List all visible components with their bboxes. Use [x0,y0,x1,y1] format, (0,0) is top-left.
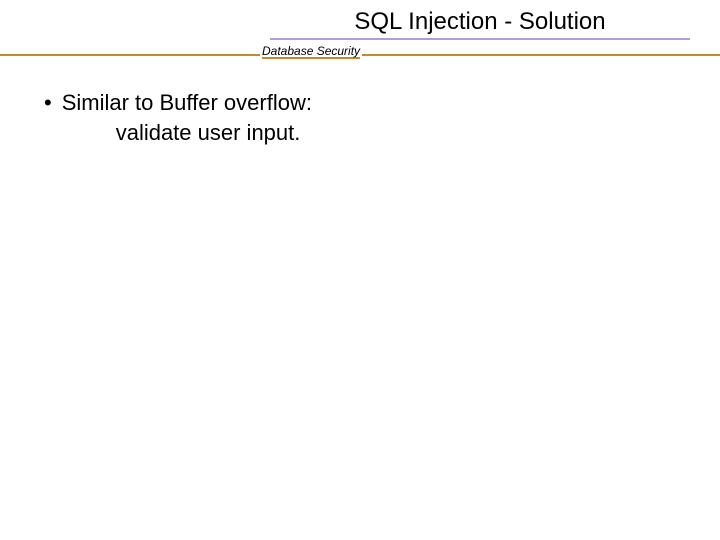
bullet-line-2: validate user input. [62,120,301,145]
bullet-item: • Similar to Buffer overflow: validate u… [40,88,680,147]
subtitle-rule-right [362,54,720,56]
content-area: • Similar to Buffer overflow: validate u… [40,88,680,147]
bullet-marker-icon: • [44,88,52,118]
subtitle-row: Database Security [0,44,720,58]
subtitle-block: Database Security [0,44,720,58]
bullet-text: Similar to Buffer overflow: validate use… [62,88,680,147]
title-block: SQL Injection - Solution [270,8,690,40]
slide-subtitle: Database Security [260,44,362,58]
subtitle-rule-left [0,54,260,56]
bullet-line-1: Similar to Buffer overflow: [62,90,312,115]
title-underline [270,38,690,40]
slide-title: SQL Injection - Solution [270,8,690,38]
